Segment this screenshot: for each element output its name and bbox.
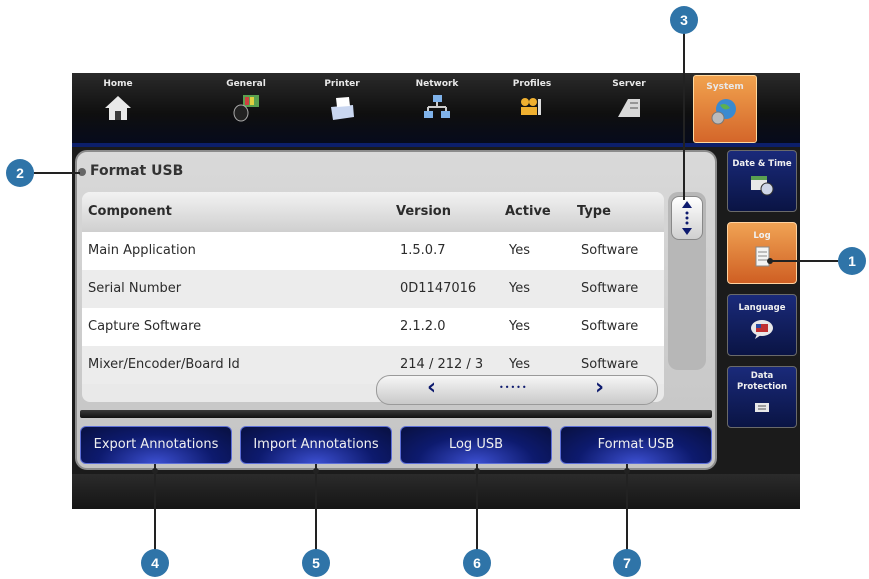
top-nav-bar: Home General Printer Network Profiles Se… xyxy=(72,73,800,147)
log-document-icon xyxy=(755,246,770,267)
callout-marker: 1 xyxy=(838,247,866,275)
printer-icon xyxy=(331,97,354,120)
tab-profiles[interactable]: Profiles xyxy=(492,73,572,143)
import-annotations-button[interactable]: Import Annotations xyxy=(240,426,392,464)
callout-line xyxy=(770,260,838,262)
cell-active: Yes xyxy=(509,281,530,296)
scroll-right-icon[interactable]: › xyxy=(595,376,604,400)
callout-line xyxy=(315,464,317,552)
tab-label: General xyxy=(226,79,266,89)
log-button[interactable]: Log xyxy=(727,222,797,284)
cell-active: Yes xyxy=(509,243,530,258)
cell-component: Serial Number xyxy=(88,281,182,296)
callout-line xyxy=(34,172,80,174)
speech-bubble-flag-icon xyxy=(751,320,773,339)
cell-component: Capture Software xyxy=(88,319,202,334)
callout-marker: 3 xyxy=(670,6,698,34)
callout-marker: 5 xyxy=(302,549,330,577)
tab-network[interactable]: Network xyxy=(397,73,477,143)
column-header-active[interactable]: Active xyxy=(505,204,551,219)
horizontal-scrollbar[interactable]: ‹ ••••• › xyxy=(376,375,658,405)
house-icon xyxy=(105,96,131,120)
callout-marker: 7 xyxy=(613,549,641,577)
cell-active: Yes xyxy=(509,319,530,334)
scroll-left-icon[interactable]: ‹ xyxy=(427,376,436,400)
cell-active: Yes xyxy=(509,357,530,372)
page-title: Format USB xyxy=(90,163,184,179)
log-usb-button[interactable]: Log USB xyxy=(400,426,552,464)
scroll-position-dots: ••••• xyxy=(499,383,528,392)
tab-label: Home xyxy=(103,79,133,89)
language-button[interactable]: Language xyxy=(727,294,797,356)
tab-label: Network xyxy=(415,79,459,89)
cell-type: Software xyxy=(581,319,639,334)
tab-server[interactable]: Server xyxy=(589,73,669,143)
callout-marker: 4 xyxy=(141,549,169,577)
table-row[interactable]: Main Application 1.5.0.7 Yes Software xyxy=(82,232,664,270)
cell-component: Mixer/Encoder/Board Id xyxy=(88,357,240,372)
cell-version: 214 / 212 / 3 xyxy=(400,357,484,372)
tab-general[interactable]: General xyxy=(206,73,286,143)
callout-dot xyxy=(767,258,773,264)
side-button-label: Date & Time xyxy=(732,159,792,169)
column-header-version[interactable]: Version xyxy=(396,204,451,219)
vertical-scroll-handle[interactable] xyxy=(671,196,703,240)
cell-component: Main Application xyxy=(88,243,196,258)
table-row[interactable]: Capture Software 2.1.2.0 Yes Software xyxy=(82,308,664,346)
scroll-updown-icon xyxy=(682,201,692,235)
tab-label: Server xyxy=(612,79,646,89)
export-annotations-button[interactable]: Export Annotations xyxy=(80,426,232,464)
format-usb-button[interactable]: Format USB xyxy=(560,426,712,464)
callout-dot xyxy=(313,468,319,474)
cell-type: Software xyxy=(581,243,639,258)
column-header-type[interactable]: Type xyxy=(577,204,611,219)
tab-label: Profiles xyxy=(512,79,552,89)
data-protection-button[interactable]: Data Protection xyxy=(727,366,797,428)
bottom-bar xyxy=(72,474,800,509)
tab-label: System xyxy=(706,82,744,92)
callout-line xyxy=(626,464,628,552)
tab-home[interactable]: Home xyxy=(78,73,158,143)
cell-version: 0D1147016 xyxy=(400,281,477,296)
table-row[interactable]: Serial Number 0D1147016 Yes Software xyxy=(82,270,664,308)
cell-version: 2.1.2.0 xyxy=(400,319,446,334)
callout-marker: 2 xyxy=(6,159,34,187)
callout-dot xyxy=(152,468,158,474)
table-header: Component Version Active Type xyxy=(82,192,664,232)
speaker-icon xyxy=(233,95,259,122)
callout-dot xyxy=(624,468,630,474)
component-table: Component Version Active Type Main Appli… xyxy=(82,192,664,402)
profiles-icon xyxy=(521,98,541,115)
server-icon xyxy=(618,99,640,117)
date-time-button[interactable]: Date & Time xyxy=(727,150,797,212)
side-button-label: Language xyxy=(738,303,786,313)
side-button-label: Data Protection xyxy=(737,371,787,392)
cell-type: Software xyxy=(581,357,639,372)
callout-line xyxy=(154,464,156,552)
column-header-component[interactable]: Component xyxy=(88,204,172,219)
separator xyxy=(80,410,712,418)
globe-icon xyxy=(711,99,736,125)
callout-dot xyxy=(474,468,480,474)
cell-version: 1.5.0.7 xyxy=(400,243,446,258)
shield-icon xyxy=(755,403,769,412)
network-icon xyxy=(424,95,450,118)
tab-system[interactable]: System xyxy=(693,75,757,143)
side-button-label: Log xyxy=(753,231,771,241)
cell-type: Software xyxy=(581,281,639,296)
calendar-clock-icon xyxy=(751,176,774,196)
callout-line xyxy=(476,464,478,552)
tab-printer[interactable]: Printer xyxy=(302,73,382,143)
tab-label: Printer xyxy=(324,79,360,89)
callout-line xyxy=(683,28,685,200)
callout-marker: 6 xyxy=(463,549,491,577)
